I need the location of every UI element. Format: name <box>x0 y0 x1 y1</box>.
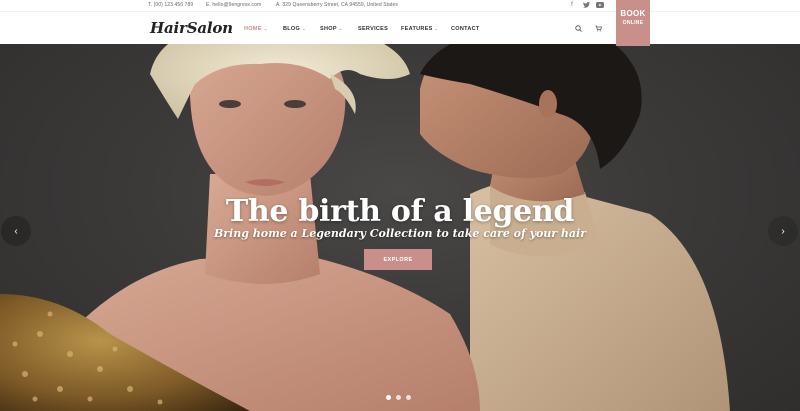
chevron-down-icon: ⌄ <box>302 26 306 31</box>
cart-icon[interactable] <box>594 24 603 33</box>
slider-dots <box>386 395 411 400</box>
slider-dot[interactable] <box>406 395 411 400</box>
nav-item-features[interactable]: FEATURES ⌄ <box>401 26 438 32</box>
facebook-icon[interactable]: f <box>568 1 576 9</box>
chevron-down-icon: ⌄ <box>338 26 343 31</box>
main-navbar: HairSalon HOME ⌄ BLOG ⌄ SHOP ⌄ SERVICES FEA… <box>0 11 800 44</box>
email-text: E. hello@9engress.com <box>206 2 262 8</box>
book-online-button[interactable]: BOOK ONLINE <box>616 0 650 46</box>
book-sublabel: ONLINE <box>622 20 644 26</box>
chevron-left-icon: ‹ <box>14 225 18 237</box>
nav-item-shop[interactable]: SHOP ⌄ <box>320 26 342 32</box>
slider-prev-button[interactable]: ‹ <box>1 216 31 246</box>
slider-next-button[interactable]: › <box>768 216 798 246</box>
nav-item-services[interactable]: SERVICES <box>358 26 388 32</box>
youtube-icon[interactable] <box>596 1 604 9</box>
search-icon[interactable] <box>574 24 583 33</box>
address-text: A. 329 Queensberry Street, CA 94559, Uni… <box>276 2 399 8</box>
chevron-down-icon: ⌄ <box>263 26 268 31</box>
nav-item-home[interactable]: HOME ⌄ <box>244 26 267 32</box>
nav-item-label: SERVICES <box>358 26 389 32</box>
nav-item-label: BLOG <box>283 26 301 32</box>
nav-item-label: SHOP <box>320 26 337 32</box>
nav-item-label: CONTACT <box>451 26 480 32</box>
explore-button[interactable]: EXPLORE <box>364 249 432 270</box>
hero-headline: The birth of a legend <box>225 194 575 229</box>
nav-item-label: FEATURES <box>401 26 433 32</box>
hero-subline: Bring home a Legendary Collection to tak… <box>213 227 587 240</box>
nav-item-contact[interactable]: CONTACT <box>451 26 480 32</box>
nav-item-blog[interactable]: BLOG ⌄ <box>283 26 306 32</box>
top-info-bar: T. (00) 123 456 789 E. hello@9engress.co… <box>0 0 800 11</box>
book-label: BOOK <box>620 9 646 18</box>
site-logo[interactable]: HairSalon <box>150 19 233 37</box>
chevron-down-icon: ⌄ <box>434 26 439 31</box>
slider-dot[interactable] <box>396 395 401 400</box>
chevron-right-icon: › <box>781 225 785 237</box>
phone-text: T. (00) 123 456 789 <box>148 2 194 8</box>
nav-item-label: HOME <box>244 26 262 32</box>
slider-dot[interactable] <box>386 395 391 400</box>
hero-slider: The birth of a legend Bring home a Legen… <box>0 44 800 411</box>
twitter-icon[interactable] <box>582 1 590 9</box>
